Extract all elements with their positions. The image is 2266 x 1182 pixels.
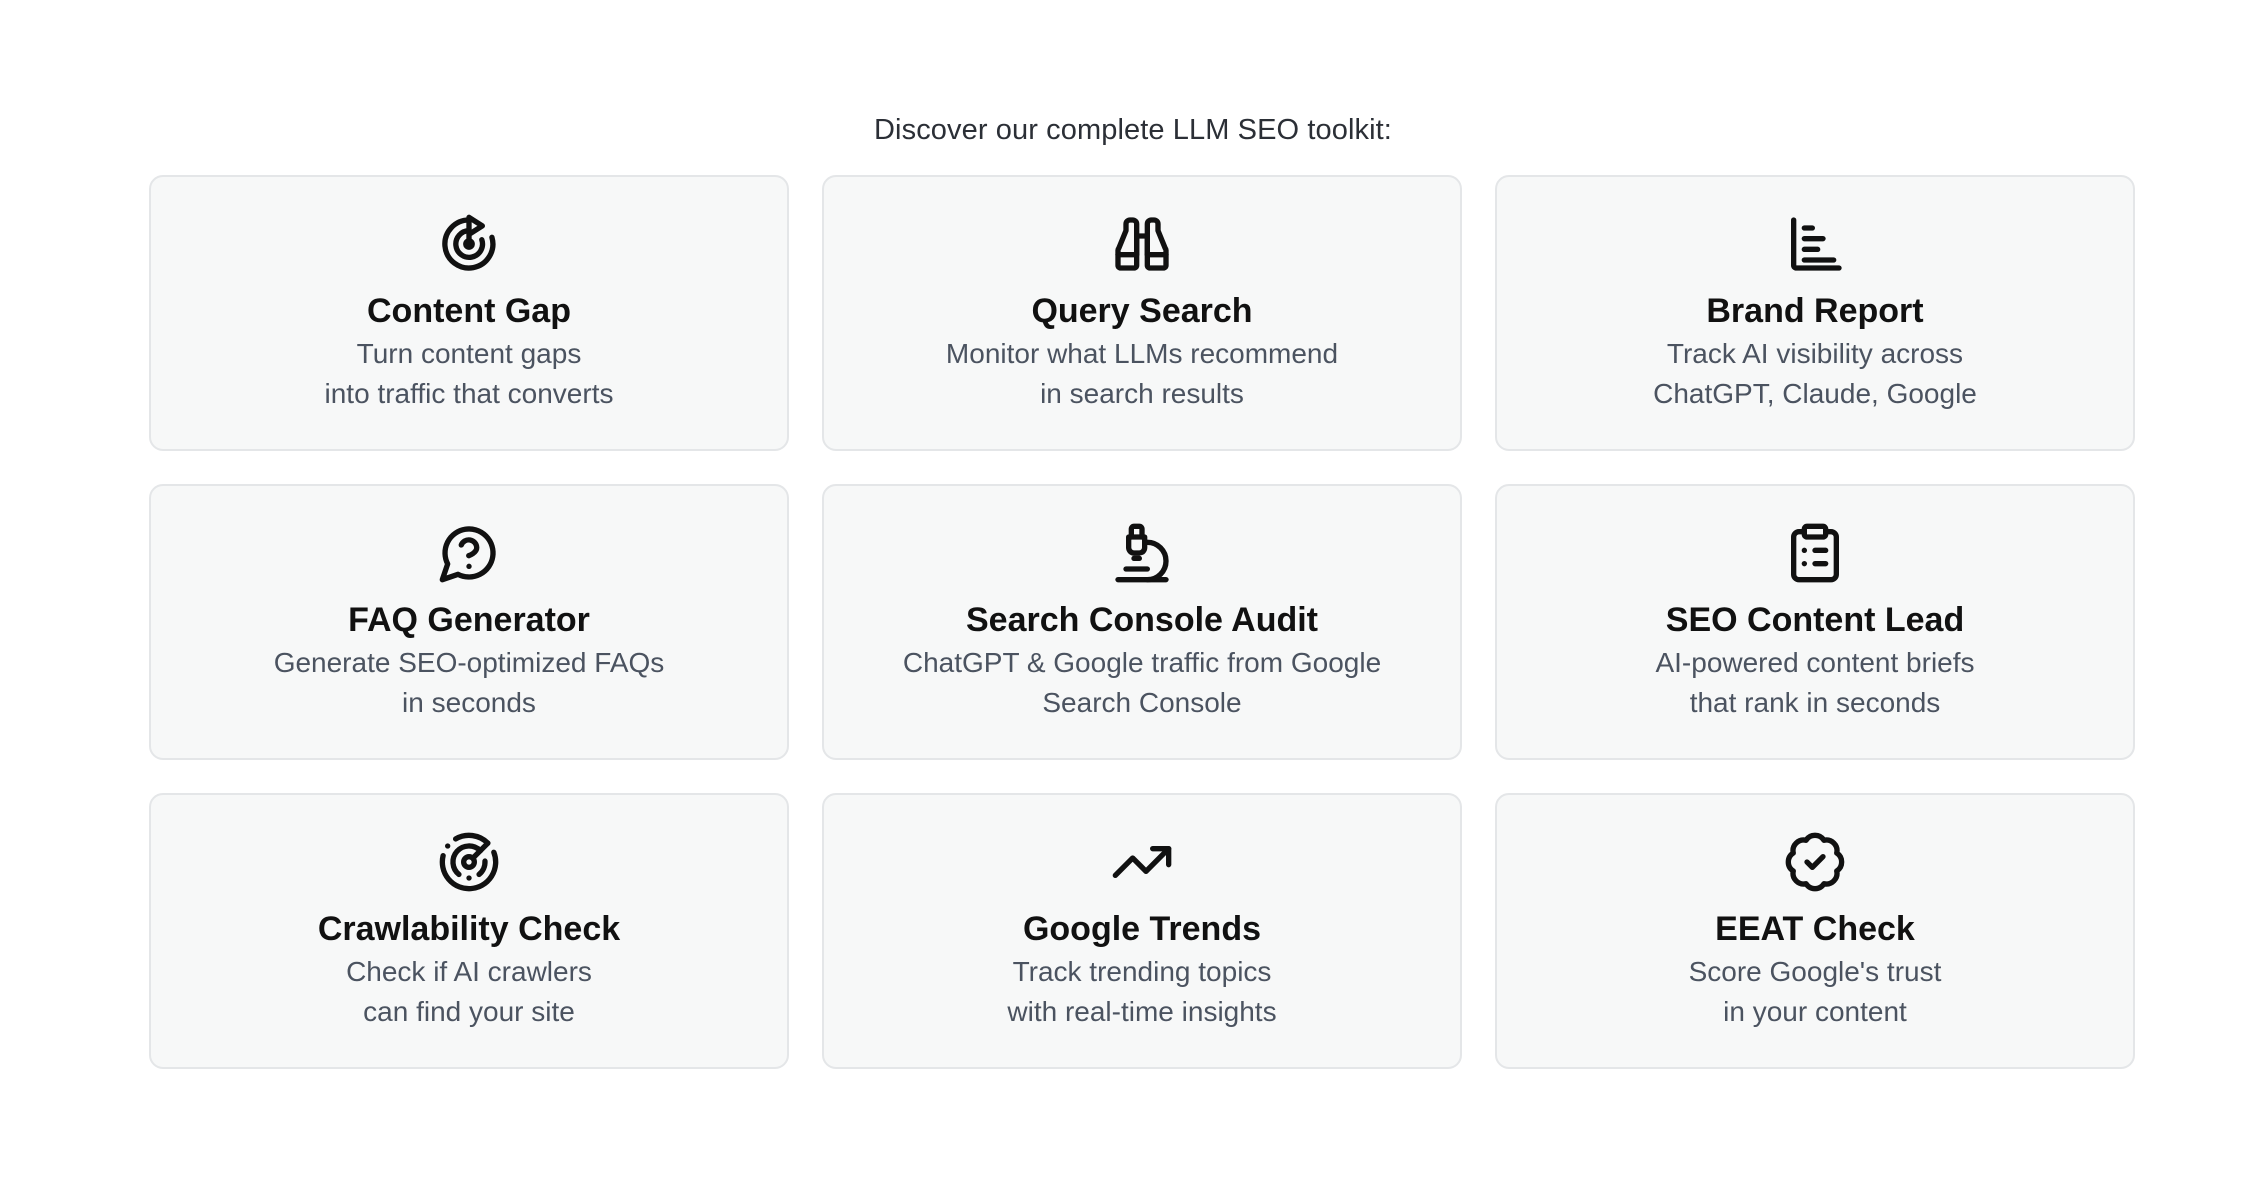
card-faq-generator[interactable]: FAQ Generator Generate SEO-optimized FAQ… [149,484,789,760]
question-bubble-icon [437,521,501,585]
radar-icon [437,830,501,894]
card-description: Track AI visibility across ChatGPT, Clau… [1653,338,1977,409]
card-description: Generate SEO-optimized FAQs in seconds [273,647,665,718]
microscope-icon [1110,521,1174,585]
card-description: AI-powered content briefs that rank in s… [1655,647,1975,718]
card-title: Search Console Audit [965,601,1319,639]
card-description: ChatGPT & Google traffic from Google Sea… [902,647,1382,718]
card-eeat-check[interactable]: EEAT Check Score Google's trust in your … [1495,793,2135,1069]
card-title: FAQ Generator [348,601,590,639]
card-query-search[interactable]: Query Search Monitor what LLMs recommend… [822,175,1462,451]
card-content-gap[interactable]: Content Gap Turn content gaps into traff… [149,175,789,451]
card-description: Track trending topics with real-time ins… [1007,956,1277,1027]
card-title: Google Trends [1022,910,1262,948]
card-title: Crawlability Check [317,910,621,948]
trending-up-icon [1110,830,1174,894]
card-google-trends[interactable]: Google Trends Track trending topics with… [822,793,1462,1069]
binoculars-icon [1110,212,1174,276]
badge-check-icon [1783,830,1847,894]
card-brand-report[interactable]: Brand Report Track AI visibility across … [1495,175,2135,451]
card-description: Check if AI crawlers can find your site [346,956,592,1027]
card-title: EEAT Check [1715,910,1915,948]
card-search-console-audit[interactable]: Search Console Audit ChatGPT & Google tr… [822,484,1462,760]
card-title: Brand Report [1706,292,1924,330]
card-description: Monitor what LLMs recommend in search re… [945,338,1339,409]
card-title: SEO Content Lead [1665,601,1965,639]
card-crawlability-check[interactable]: Crawlability Check Check if AI crawlers … [149,793,789,1069]
card-title: Query Search [1031,292,1253,330]
card-title: Content Gap [367,292,571,330]
toolkit-heading: Discover our complete LLM SEO toolkit: [874,114,1392,146]
bar-chart-icon [1783,212,1847,276]
card-description: Score Google's trust in your content [1688,956,1942,1027]
clipboard-list-icon [1783,521,1847,585]
target-arrow-icon [437,212,501,276]
card-description: Turn content gaps into traffic that conv… [324,338,614,409]
toolkit-grid: Content Gap Turn content gaps into traff… [149,175,2135,1069]
card-seo-content-lead[interactable]: SEO Content Lead AI-powered content brie… [1495,484,2135,760]
